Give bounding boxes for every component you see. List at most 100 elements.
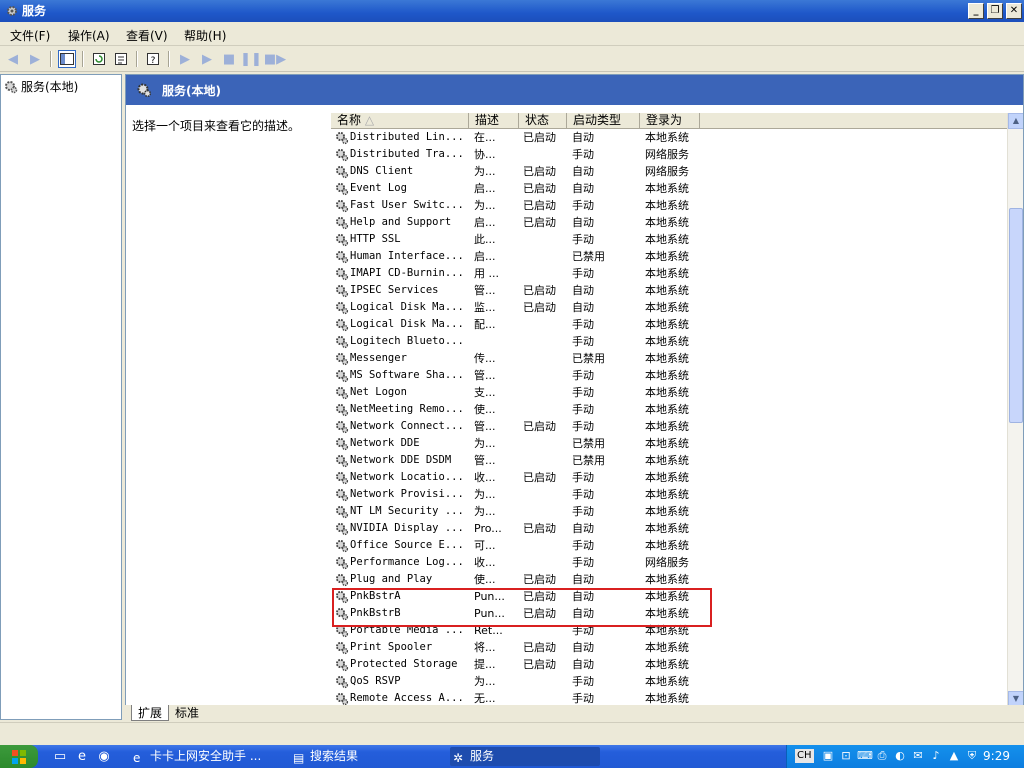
table-row[interactable]: Net Logon 支... 手动 本地系统 xyxy=(331,384,1007,401)
tray-printer-icon[interactable]: ⎙ xyxy=(875,749,889,763)
table-row[interactable]: Logitech Blueto... 手动 本地系统 xyxy=(331,333,1007,350)
gear-icon xyxy=(335,505,349,519)
table-row[interactable]: Performance Log... 收... 手动 网络服务 xyxy=(331,554,1007,571)
play-icon[interactable]: ▶ xyxy=(198,50,216,68)
gear-icon xyxy=(335,641,349,655)
table-row[interactable]: DNS Client 为... 已启动 自动 网络服务 xyxy=(331,163,1007,180)
ie-icon[interactable]: e xyxy=(74,748,90,764)
table-row[interactable]: Help and Support 启... 已启动 自动 本地系统 xyxy=(331,214,1007,231)
service-name: Portable Media ... xyxy=(350,624,464,636)
table-row[interactable]: Network DDE DSDM 管... 已禁用 本地系统 xyxy=(331,452,1007,469)
menu-action[interactable]: 操作(A) xyxy=(68,27,110,44)
column-name[interactable]: 名称 △ xyxy=(331,113,469,129)
tab-extended[interactable]: 扩展 xyxy=(131,705,170,721)
tray-network-icon[interactable]: ⊡ xyxy=(839,749,853,763)
menu-file[interactable]: 文件(F) xyxy=(10,27,50,44)
table-row[interactable]: NVIDIA Display ... Pro... 已启动 自动 本地系统 xyxy=(331,520,1007,537)
table-row[interactable]: Fast User Switc... 为... 已启动 手动 本地系统 xyxy=(331,197,1007,214)
table-row[interactable]: Network DDE 为... 已禁用 本地系统 xyxy=(331,435,1007,452)
service-name-cell: Protected Storage xyxy=(335,656,465,673)
minimize-button[interactable]: _ xyxy=(968,3,984,19)
help-icon[interactable]: ? xyxy=(144,50,162,68)
tab-standard[interactable]: 标准 xyxy=(169,705,205,721)
service-description: Pun... xyxy=(474,607,505,620)
table-row[interactable]: Protected Storage 提... 已启动 自动 本地系统 xyxy=(331,656,1007,673)
service-status: 已启动 xyxy=(523,590,556,603)
task-kaka-assistant[interactable]: e 卡卡上网安全助手 ... xyxy=(130,747,280,766)
table-row[interactable]: PnkBstrB Pun... 已启动 自动 本地系统 xyxy=(331,605,1007,622)
show-tree-icon[interactable] xyxy=(58,50,76,68)
column-logon-as[interactable]: 登录为 xyxy=(640,113,700,129)
table-row[interactable]: Event Log 启... 已启动 自动 本地系统 xyxy=(331,180,1007,197)
gear-icon xyxy=(335,675,349,689)
title-bar[interactable]: 服务 _ ❐ ✕ xyxy=(0,0,1024,22)
table-row[interactable]: Portable Media ... Ret... 手动 本地系统 xyxy=(331,622,1007,639)
table-row[interactable]: Messenger 传... 已禁用 本地系统 xyxy=(331,350,1007,367)
table-row[interactable]: NetMeeting Remo... 使... 手动 本地系统 xyxy=(331,401,1007,418)
show-desktop-icon[interactable]: ▭ xyxy=(52,748,68,764)
table-row[interactable]: Human Interface... 启... 已禁用 本地系统 xyxy=(331,248,1007,265)
play-icon[interactable]: ▶ xyxy=(176,50,194,68)
table-row[interactable]: Network Connect... 管... 已启动 手动 本地系统 xyxy=(331,418,1007,435)
gear-icon xyxy=(335,352,349,366)
service-startup-type: 手动 xyxy=(572,199,594,212)
tray-monitor-icon[interactable]: ▣ xyxy=(821,749,835,763)
restart-icon[interactable]: ■▶ xyxy=(264,50,286,68)
menu-view[interactable]: 查看(V) xyxy=(126,27,168,44)
browser-icon[interactable]: ◉ xyxy=(96,748,112,764)
scroll-up-button[interactable]: ▲ xyxy=(1008,113,1023,129)
panel-header: 服务(本地) xyxy=(126,75,1023,113)
tree-item-services[interactable]: 服务(本地) xyxy=(4,78,78,95)
pause-icon[interactable]: ❚❚ xyxy=(240,50,262,68)
table-row[interactable]: Print Spooler 将... 已启动 自动 本地系统 xyxy=(331,639,1007,656)
task-services[interactable]: ✲ 服务 xyxy=(450,747,600,766)
start-button[interactable] xyxy=(0,745,38,768)
table-row[interactable]: Logical Disk Ma... 监... 已启动 自动 本地系统 xyxy=(331,299,1007,316)
table-row[interactable]: QoS RSVP 为... 手动 本地系统 xyxy=(331,673,1007,690)
table-row[interactable]: Office Source E... 可... 手动 本地系统 xyxy=(331,537,1007,554)
table-row[interactable]: NT LM Security ... 为... 手动 本地系统 xyxy=(331,503,1007,520)
service-startup-type: 手动 xyxy=(572,471,594,484)
close-button[interactable]: ✕ xyxy=(1006,3,1022,19)
service-description: 支... xyxy=(474,386,496,399)
table-row[interactable]: Plug and Play 使... 已启动 自动 本地系统 xyxy=(331,571,1007,588)
service-startup-type: 自动 xyxy=(572,522,594,535)
stop-icon[interactable]: ■ xyxy=(220,50,238,68)
ie-icon: e xyxy=(133,751,141,765)
tray-mail-icon[interactable]: ✉ xyxy=(911,749,925,763)
menu-help[interactable]: 帮助(H) xyxy=(184,27,226,44)
table-row[interactable]: IPSEC Services 管... 已启动 自动 本地系统 xyxy=(331,282,1007,299)
tray-security-icon[interactable]: ◐ xyxy=(893,749,907,763)
maximize-button[interactable]: ❐ xyxy=(987,3,1003,19)
table-row[interactable]: IMAPI CD-Burnin... 用 ... 手动 本地系统 xyxy=(331,265,1007,282)
arrow-right-icon[interactable]: ▶ xyxy=(26,50,44,68)
refresh-icon[interactable] xyxy=(90,50,108,68)
service-startup-type: 手动 xyxy=(572,420,594,433)
tray-update-icon[interactable]: ▲ xyxy=(947,749,961,763)
column-description[interactable]: 描述 xyxy=(469,113,519,129)
tray-audio-icon[interactable]: ♪ xyxy=(929,749,943,763)
table-row[interactable]: Network Locatio... 收... 已启动 手动 本地系统 xyxy=(331,469,1007,486)
column-startup-type[interactable]: 启动类型 xyxy=(567,113,640,129)
table-row[interactable]: Logical Disk Ma... 配... 手动 本地系统 xyxy=(331,316,1007,333)
vertical-scrollbar[interactable]: ▲ ▼ xyxy=(1007,113,1023,707)
column-status[interactable]: 状态 xyxy=(519,113,567,129)
task-search-results[interactable]: ▤ 搜索结果 xyxy=(290,747,440,766)
search-doc-icon: ▤ xyxy=(293,751,305,765)
language-indicator[interactable]: CH xyxy=(795,749,814,763)
scroll-thumb[interactable] xyxy=(1009,208,1023,423)
table-row[interactable]: Distributed Lin... 在... 已启动 自动 本地系统 xyxy=(331,129,1007,146)
arrow-left-icon[interactable]: ◀ xyxy=(4,50,22,68)
service-startup-type: 手动 xyxy=(572,539,594,552)
service-status: 已启动 xyxy=(523,658,556,671)
table-row[interactable]: Network Provisi... 为... 手动 本地系统 xyxy=(331,486,1007,503)
service-startup-type: 自动 xyxy=(572,607,594,620)
table-row[interactable]: PnkBstrA Pun... 已启动 自动 本地系统 xyxy=(331,588,1007,605)
table-row[interactable]: Distributed Tra... 协... 手动 网络服务 xyxy=(331,146,1007,163)
table-row[interactable]: HTTP SSL 此... 手动 本地系统 xyxy=(331,231,1007,248)
gear-icon xyxy=(335,182,349,196)
export-list-icon[interactable] xyxy=(112,50,130,68)
tray-device-icon[interactable]: ⌨ xyxy=(857,749,873,763)
table-row[interactable]: MS Software Sha... 管... 手动 本地系统 xyxy=(331,367,1007,384)
tray-shield-icon[interactable]: ⛨ xyxy=(965,749,979,763)
